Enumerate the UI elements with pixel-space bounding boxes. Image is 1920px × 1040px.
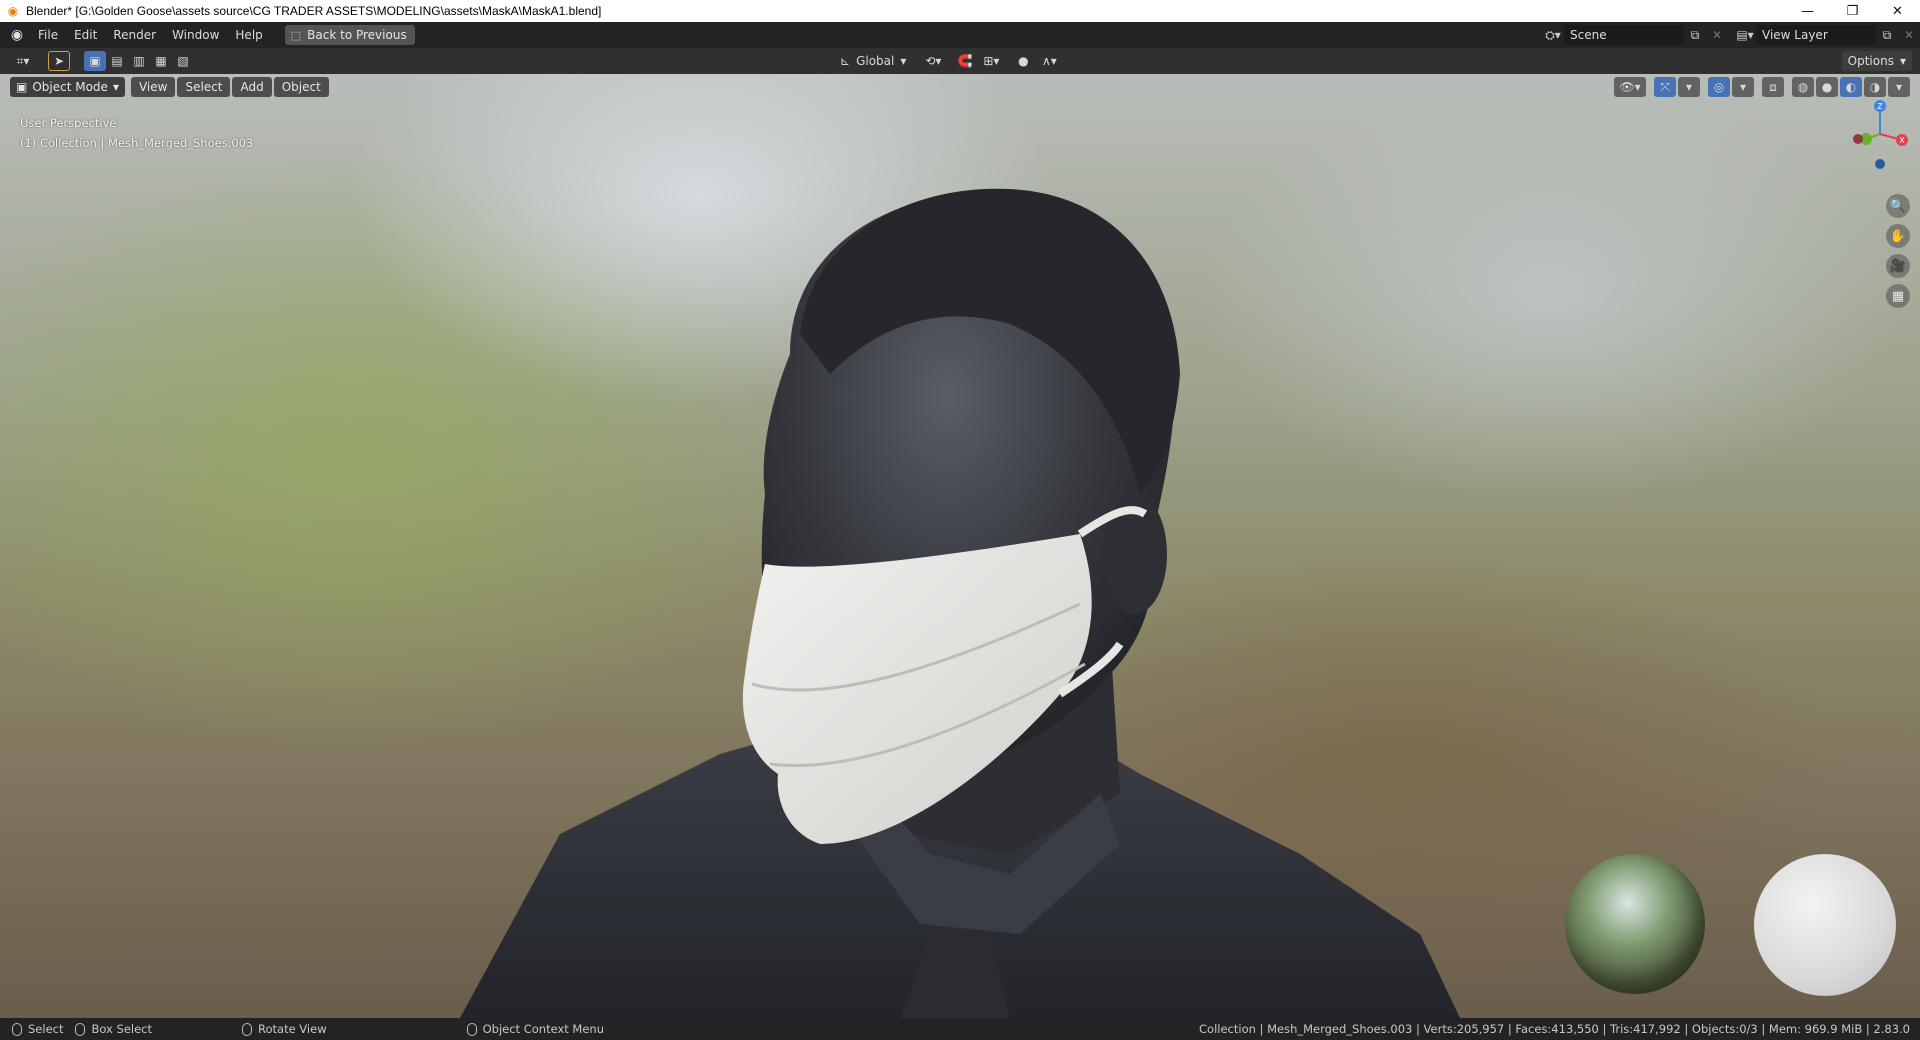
transform-orientation-dropdown[interactable]: ⊾ Global ▾ [836,51,910,71]
material-preview-sphere [1754,854,1896,996]
add-menu-label: Add [240,80,264,94]
chevron-down-icon: ▾ [1899,54,1906,68]
visibility-icon[interactable]: 👁▾ [1614,77,1646,97]
scene-field[interactable]: Scene [1564,25,1684,45]
blender-logo-icon[interactable]: ◉ [4,22,30,48]
minimize-icon[interactable]: — [1785,0,1830,22]
status-select: Select [12,1022,63,1036]
middle-mouse-icon [242,1022,252,1036]
status-box-select: Box Select [75,1022,152,1036]
orientation-value: Global [856,54,895,68]
neg-x-axis-handle [1853,134,1863,144]
status-context-label: Object Context Menu [482,1022,604,1036]
options-label: Options [1847,54,1894,68]
window-controls: — ❐ ✕ [1785,0,1920,22]
menu-window[interactable]: Window [164,22,227,48]
pivot-point-icon[interactable]: ⟲▾ [922,51,944,71]
viewport-menu-object[interactable]: Object [273,77,329,97]
right-mouse-icon [466,1022,477,1036]
select-new-icon[interactable]: ▣ [84,51,106,71]
scene-statistics: Collection | Mesh_Merged_Shoes.003 | Ver… [1199,1022,1910,1036]
menu-render[interactable]: Render [105,22,164,48]
status-rotate-label: Rotate View [258,1022,327,1036]
ortho-perspective-grid-icon[interactable]: ▦ [1886,284,1910,308]
view-menu-label: View [138,80,168,94]
viewport-header: ▣ Object Mode ▾ View Select Add Object 👁… [0,74,1920,100]
menu-file[interactable]: File [30,22,66,48]
close-icon[interactable]: ✕ [1875,0,1920,22]
perspective-label: User Perspective [20,116,117,130]
menu-edit[interactable]: Edit [66,22,105,48]
camera-view-icon[interactable]: 🎥 [1886,254,1910,278]
object-mode-label: Object Mode [32,80,108,94]
view-layer-field[interactable]: View Layer [1756,25,1876,45]
select-extend-icon[interactable]: ▤ [106,51,128,71]
proportional-falloff-icon[interactable]: ∧▾ [1038,51,1060,71]
scene-name: Scene [1570,28,1607,42]
status-box-select-label: Box Select [91,1022,152,1036]
status-context-menu: Object Context Menu [466,1022,604,1036]
status-select-label: Select [28,1022,64,1036]
select-subtract-icon[interactable]: ▥ [128,51,150,71]
gizmo-toggle-icon[interactable]: ⤧ [1654,77,1676,97]
chevron-down-icon: ▾ [900,54,907,68]
select-tool-icon[interactable]: ➤ [48,51,70,71]
object-mode-dropdown[interactable]: ▣ Object Mode ▾ [10,77,125,97]
hdri-preview-sphere [1565,854,1705,994]
remove-scene-icon[interactable]: ✕ [1706,25,1728,45]
overlays-dropdown-icon[interactable]: ▾ [1732,77,1754,97]
back-to-previous-button[interactable]: ⬚ Back to Previous [284,25,415,45]
new-scene-icon[interactable]: ⧉ [1684,25,1706,45]
new-view-layer-icon[interactable]: ⧉ [1876,25,1898,45]
left-mouse-icon [12,1022,22,1036]
status-rotate-view: Rotate View [242,1022,327,1036]
navigation-gizmo[interactable]: Z X [1850,94,1910,174]
3d-viewport[interactable]: ▣ Object Mode ▾ View Select Add Object 👁… [0,74,1920,1018]
chevron-down-icon: ▾ [112,80,119,94]
viewport-menu-select[interactable]: Select [177,77,231,97]
snap-toggle-icon[interactable]: 🧲 [954,51,976,71]
gizmo-dropdown-icon[interactable]: ▾ [1678,77,1700,97]
view-layer-name: View Layer [1762,28,1828,42]
mouse-drag-icon [75,1022,86,1036]
restore-icon[interactable]: ❐ [1830,0,1875,22]
overlays-toggle-icon[interactable]: ◎ [1708,77,1730,97]
xray-toggle-icon[interactable]: ⧈ [1762,77,1784,97]
neg-z-axis-handle [1875,159,1885,169]
viewport-menu-view[interactable]: View [130,77,176,97]
top-menubar: ◉ File Edit Render Window Help ⬚ Back to… [0,22,1920,48]
scene-viewlayer-group: ⛭▾ Scene ⧉ ✕ ▤▾ View Layer ⧉ ✕ [1542,22,1920,48]
zoom-icon[interactable]: 🔍 [1886,194,1910,218]
x-axis-label: X [1899,136,1905,145]
wireframe-shading-icon[interactable]: ◍ [1792,77,1814,97]
z-axis-label: Z [1877,102,1883,111]
screen-back-icon: ⬚ [290,28,302,42]
view-layer-selector-icon[interactable]: ▤▾ [1734,25,1756,45]
object-mode-icon: ▣ [16,80,28,94]
blender-app-icon: ◉ [7,4,19,18]
window-title: Blender* [G:\Golden Goose\assets source\… [26,4,602,18]
pan-hand-icon[interactable]: ✋ [1886,224,1910,248]
editor-type-icon[interactable]: ⌗▾ [8,51,38,71]
tool-header: ⌗▾ ➤ ▣ ▤ ▥ ▦ ▧ ⊾ Global ▾ ⟲▾ 🧲 ⊞▾ ● ∧▾ O… [0,48,1920,74]
object-menu-label: Object [281,80,321,94]
scene-selector-icon[interactable]: ⛭▾ [1542,25,1564,45]
snap-element-icon[interactable]: ⊞▾ [980,51,1002,71]
proportional-edit-icon[interactable]: ● [1012,51,1034,71]
status-bar: Select Box Select Rotate View Object Con… [0,1018,1920,1040]
select-intersect-icon[interactable]: ▧ [172,51,194,71]
select-difference-icon[interactable]: ▦ [150,51,172,71]
viewport-menu-add[interactable]: Add [232,77,272,97]
window-titlebar: ◉ Blender* [G:\Golden Goose\assets sourc… [0,0,1920,22]
back-to-previous-label: Back to Previous [307,28,407,42]
collection-label: (1) Collection | Mesh_Merged_Shoes.003 [20,136,254,150]
viewport-nav-buttons: 🔍 ✋ 🎥 ▦ [1886,194,1910,308]
orientation-icon: ⊾ [840,54,851,68]
select-menu-label: Select [185,80,223,94]
remove-view-layer-icon[interactable]: ✕ [1898,25,1920,45]
menu-help[interactable]: Help [227,22,270,48]
solid-shading-icon[interactable]: ● [1816,77,1838,97]
transform-controls: ⊾ Global ▾ ⟲▾ 🧲 ⊞▾ ● ∧▾ [836,51,1060,71]
options-dropdown[interactable]: Options ▾ [1841,51,1912,71]
